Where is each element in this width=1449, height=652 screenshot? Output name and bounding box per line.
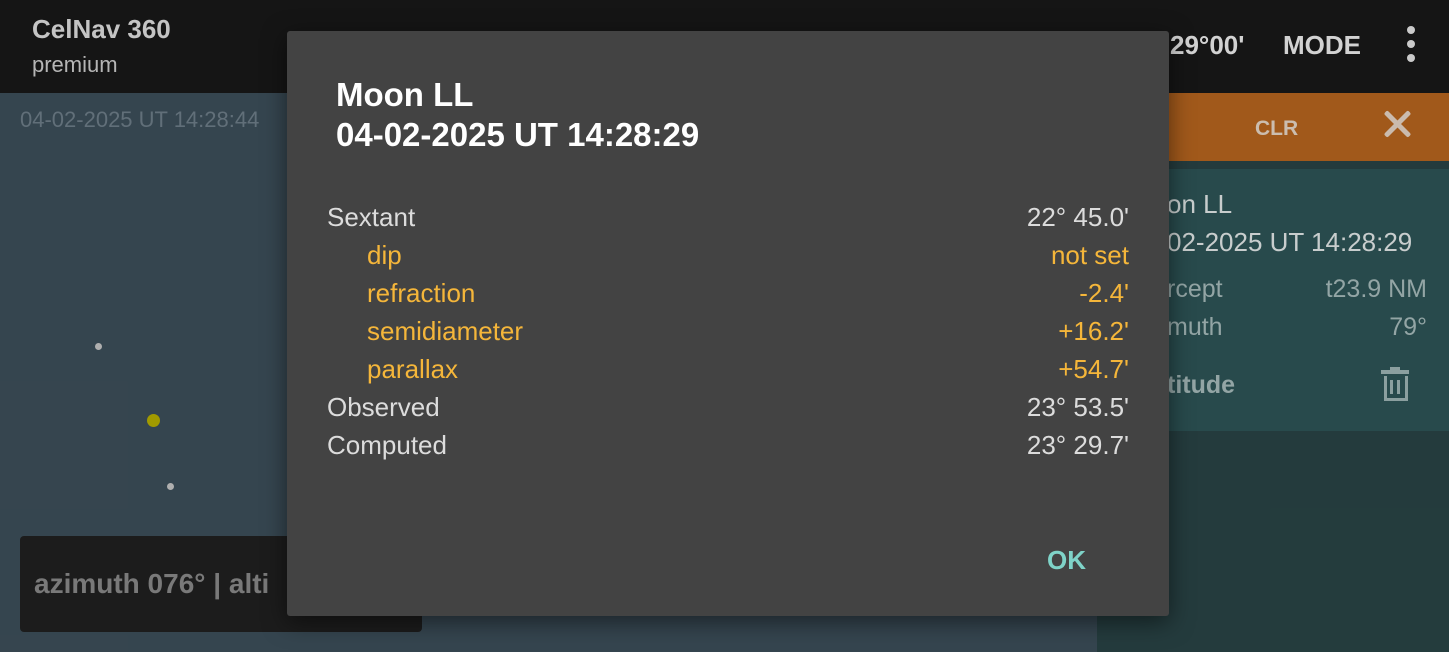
row-label: Computed xyxy=(327,430,447,460)
dialog-title-time: 04-02-2025 UT 14:28:29 xyxy=(336,116,700,153)
row-observed: Observed 23° 53.5' xyxy=(327,392,1129,426)
sight-reduction-dialog: Moon LL 04-02-2025 UT 14:28:29 Sextant 2… xyxy=(287,31,1169,616)
row-value: not set xyxy=(1050,240,1129,270)
row-refraction: refraction -2.4' xyxy=(327,278,1129,312)
row-value: +54.7' xyxy=(1058,354,1129,384)
row-label: Observed xyxy=(327,392,440,422)
dialog-title: Moon LL 04-02-2025 UT 14:28:29 xyxy=(336,75,699,155)
row-value: +16.2' xyxy=(1058,316,1129,346)
row-label: semidiameter xyxy=(367,316,524,346)
row-parallax: parallax +54.7' xyxy=(327,354,1129,388)
row-computed: Computed 23° 29.7' xyxy=(327,430,1129,464)
row-label: refraction xyxy=(367,278,476,308)
row-sextant: Sextant 22° 45.0' xyxy=(327,202,1129,236)
row-value: -2.4' xyxy=(1079,278,1129,308)
row-label: parallax xyxy=(367,354,459,384)
row-value: 23° 29.7' xyxy=(1026,430,1129,460)
ok-button[interactable]: OK xyxy=(1047,545,1086,576)
row-value: 22° 45.0' xyxy=(1026,202,1129,232)
row-value: 23° 53.5' xyxy=(1026,392,1129,422)
row-dip: dip not set xyxy=(327,240,1129,274)
row-label: dip xyxy=(367,240,402,270)
row-semidiameter: semidiameter +16.2' xyxy=(327,316,1129,350)
dialog-title-body: Moon LL xyxy=(336,76,474,113)
row-label: Sextant xyxy=(327,202,416,232)
